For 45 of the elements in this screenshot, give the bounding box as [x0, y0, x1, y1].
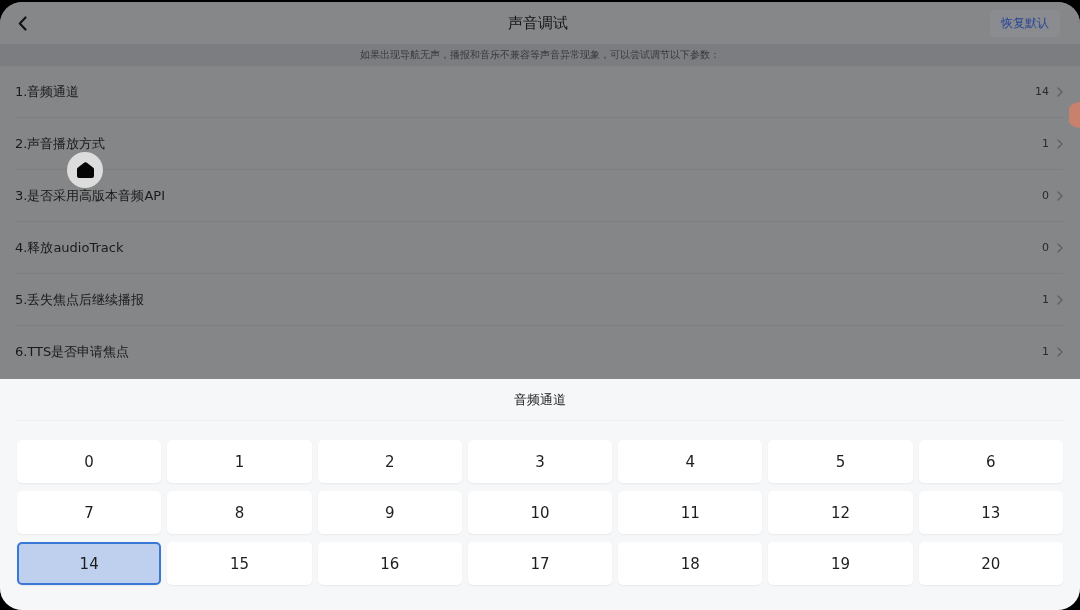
option-button[interactable]: 15 [167, 542, 312, 585]
chevron-right-icon [1057, 346, 1063, 357]
option-button[interactable]: 5 [768, 440, 913, 483]
option-button[interactable]: 8 [167, 491, 312, 534]
setting-label[interactable]: 2.声音播放方式 [15, 134, 106, 153]
option-button[interactable]: 0 [17, 440, 162, 483]
chevron-right-icon [1057, 190, 1063, 201]
chevron-right-icon [1057, 138, 1063, 149]
setting-label[interactable]: 6.TTS是否申请焦点 [15, 342, 130, 361]
option-button[interactable]: 9 [317, 491, 462, 534]
option-button[interactable]: 11 [618, 491, 763, 534]
option-button[interactable]: 10 [467, 491, 613, 534]
setting-value: 1 [1042, 293, 1049, 306]
setting-value: 0 [1042, 189, 1049, 202]
house-icon [76, 162, 94, 178]
sheet-title: 音频通道 [15, 379, 1065, 421]
option-button[interactable]: 16 [317, 542, 462, 585]
option-button[interactable]: 7 [17, 491, 162, 534]
option-button[interactable]: 14 [17, 542, 162, 585]
setting-value: 1 [1042, 345, 1049, 358]
chevron-right-icon [1057, 294, 1063, 305]
chevron-left-icon [18, 15, 27, 31]
setting-value: 0 [1042, 241, 1049, 254]
option-button[interactable]: 13 [918, 491, 1063, 534]
setting-label[interactable]: 1.音频通道 [15, 82, 80, 101]
back-button[interactable] [16, 13, 29, 33]
chevron-right-icon [1057, 242, 1063, 253]
option-button[interactable]: 2 [317, 440, 462, 483]
option-button[interactable]: 3 [467, 440, 613, 483]
option-button[interactable]: 19 [768, 542, 913, 585]
setting-value: 14 [1035, 85, 1049, 98]
setting-label[interactable]: 4.释放audioTrack [15, 238, 124, 257]
setting-label[interactable]: 5.丢失焦点后继续播报 [15, 290, 145, 309]
option-button[interactable]: 4 [618, 440, 763, 483]
option-button[interactable]: 17 [467, 542, 613, 585]
option-button[interactable]: 6 [918, 440, 1063, 483]
setting-label[interactable]: 3.是否采用高版本音频API [15, 186, 165, 205]
chevron-right-icon [1057, 86, 1063, 97]
setting-value: 1 [1042, 137, 1049, 150]
option-button[interactable]: 20 [918, 542, 1063, 585]
home-button[interactable] [67, 152, 103, 188]
option-button[interactable]: 12 [768, 491, 913, 534]
page-title: 声音调试 [508, 13, 568, 33]
option-button[interactable]: 1 [167, 440, 312, 483]
option-button[interactable]: 18 [618, 542, 763, 585]
